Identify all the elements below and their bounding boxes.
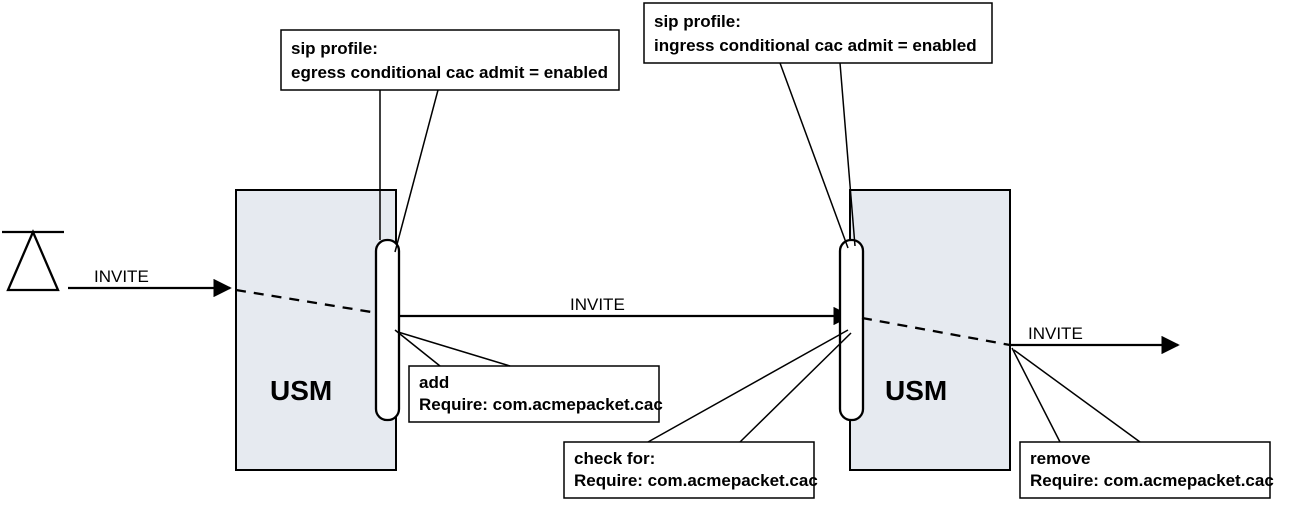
ingress-lead-2 [840, 63, 855, 246]
add-lead-1 [395, 330, 440, 366]
invite-label-3: INVITE [1028, 324, 1083, 343]
diagram: USM USM INVITE INVITE INVITE sip profile… [0, 0, 1291, 522]
callout-check-l2: Require: com.acmepacket.cac [574, 471, 818, 490]
usm-box-1 [236, 190, 396, 470]
remove-lead-1 [1012, 348, 1060, 442]
callout-check-l1: check for: [574, 449, 655, 468]
check-lead-2 [740, 333, 851, 442]
callout-remove-l2: Require: com.acmepacket.cac [1030, 471, 1274, 490]
usm-box-2 [850, 190, 1010, 470]
ingress-port [840, 240, 863, 420]
callout-remove-l1: remove [1030, 449, 1090, 468]
callout-egress-l1: sip profile: [291, 39, 378, 58]
usm-label-1: USM [270, 375, 332, 406]
check-lead-1 [648, 330, 848, 442]
invite-label-2: INVITE [570, 295, 625, 314]
callout-add-l2: Require: com.acmepacket.cac [419, 395, 663, 414]
callout-ingress-l1: sip profile: [654, 12, 741, 31]
callout-ingress-l2: ingress conditional cac admit = enabled [654, 36, 977, 55]
invite-label-1: INVITE [94, 267, 149, 286]
callout-add-l1: add [419, 373, 449, 392]
usm-label-2: USM [885, 375, 947, 406]
callout-egress-l2: egress conditional cac admit = enabled [291, 63, 608, 82]
egress-lead-2 [395, 90, 438, 252]
source-symbol [2, 232, 64, 290]
ingress-lead-1 [780, 63, 848, 248]
add-lead-2 [398, 332, 510, 366]
remove-lead-2 [1014, 350, 1140, 442]
